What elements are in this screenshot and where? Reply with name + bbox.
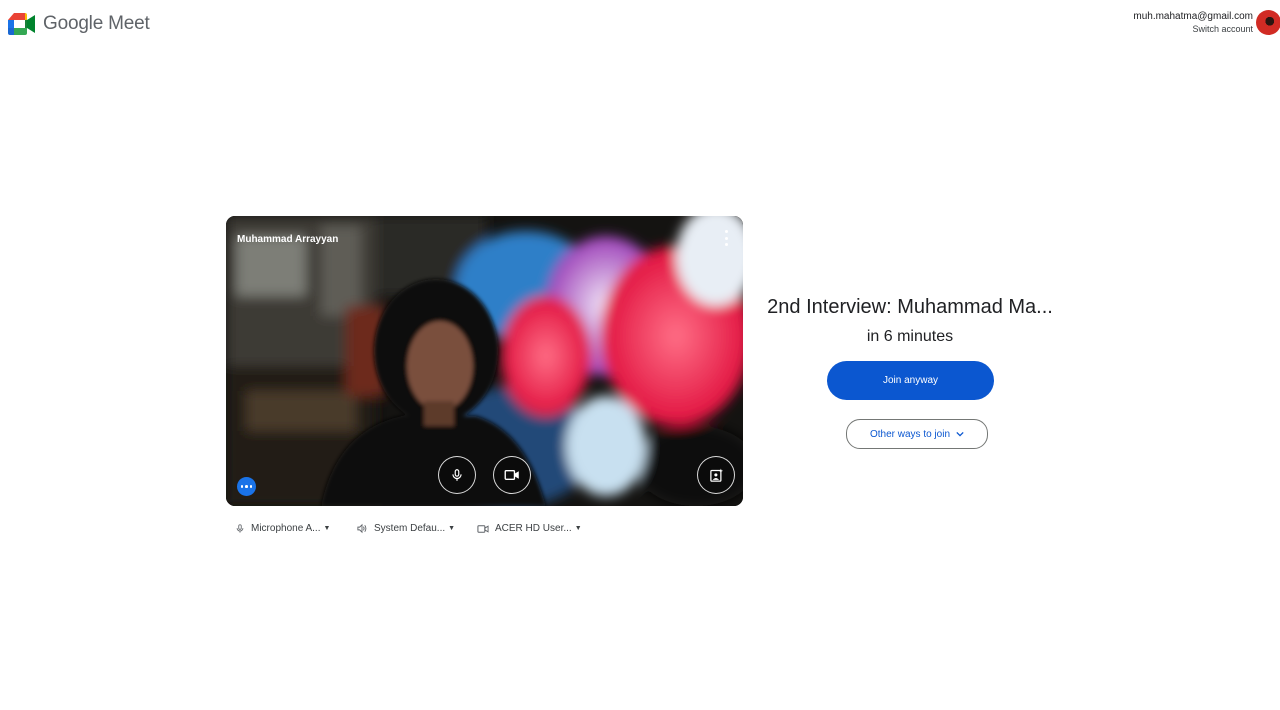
- other-ways-to-join-button[interactable]: Other ways to join: [846, 419, 988, 449]
- more-options-button[interactable]: [237, 477, 256, 496]
- microphone-selector[interactable]: Microphone A... ▼: [235, 523, 330, 534]
- meet-logo-icon: [8, 13, 35, 35]
- join-anyway-button[interactable]: Join anyway: [827, 361, 994, 400]
- other-ways-label: Other ways to join: [869, 428, 951, 440]
- speaker-label: System Defau...: [374, 523, 446, 534]
- dropdown-arrow-icon: ▼: [448, 525, 456, 532]
- dropdown-arrow-icon: ▼: [323, 525, 331, 532]
- visual-effects-icon: [709, 468, 723, 482]
- mic-icon: [452, 469, 462, 481]
- avatar[interactable]: [1256, 10, 1280, 35]
- google-meet-logo[interactable]: Google Meet: [8, 13, 150, 35]
- dropdown-arrow-icon: ▼: [574, 525, 582, 532]
- meeting-start-time: in 6 minutes: [866, 328, 954, 345]
- account-email: muh.mahatma@gmail.com: [1133, 11, 1253, 22]
- mic-toggle-button[interactable]: [438, 456, 476, 494]
- meeting-title: 2nd Interview: Muhammad Ma...: [767, 296, 1053, 318]
- speaker-icon: [357, 523, 367, 534]
- join-anyway-label: Join anyway: [882, 375, 939, 386]
- videocam-icon: [504, 470, 519, 480]
- more-vert-icon[interactable]: [721, 230, 731, 246]
- participant-name: Muhammad Arrayyan: [237, 234, 339, 245]
- account-info: muh.mahatma@gmail.com Switch account: [1133, 11, 1253, 35]
- switch-account-link[interactable]: Switch account: [1133, 23, 1253, 35]
- camera-label: ACER HD User...: [495, 523, 572, 534]
- self-video-preview: Muhammad Arrayyan: [226, 216, 743, 506]
- mic-icon: [236, 524, 244, 533]
- camera-selector[interactable]: ACER HD User... ▼: [477, 523, 582, 534]
- speaker-selector[interactable]: System Defau... ▼: [356, 523, 455, 534]
- app-name: Google Meet: [43, 13, 150, 34]
- camera-feed-image: [226, 216, 743, 506]
- camera-toggle-button[interactable]: [493, 456, 531, 494]
- chevron-down-icon: [956, 431, 964, 437]
- videocam-icon: [477, 524, 489, 533]
- microphone-label: Microphone A...: [251, 523, 321, 534]
- visual-effects-button[interactable]: [697, 456, 735, 494]
